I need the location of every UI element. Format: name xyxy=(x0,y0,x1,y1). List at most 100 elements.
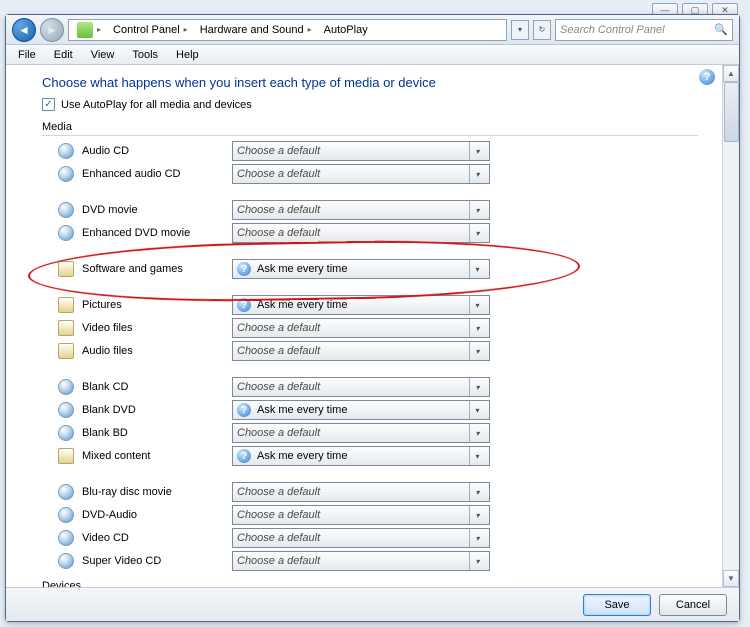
search-placeholder: Search Control Panel xyxy=(560,24,665,36)
chevron-down-icon: ▾ xyxy=(469,447,485,465)
chevron-down-icon: ▾ xyxy=(469,483,485,501)
forward-button[interactable]: ► xyxy=(40,18,64,42)
media-label: Video files xyxy=(82,322,232,334)
media-action-dropdown[interactable]: ?Ask me every time▾ xyxy=(232,400,490,420)
chevron-down-icon: ▾ xyxy=(469,506,485,524)
search-input[interactable]: Search Control Panel 🔍 xyxy=(555,19,733,41)
media-action-dropdown[interactable]: ?Ask me every time▾ xyxy=(232,446,490,466)
dropdown-value: Ask me every time xyxy=(257,450,347,462)
dropdown-value: Choose a default xyxy=(237,227,320,239)
media-label: Audio CD xyxy=(82,145,232,157)
question-icon: ? xyxy=(237,403,251,417)
disc-icon xyxy=(58,143,74,159)
disc-icon xyxy=(58,425,74,441)
cancel-button[interactable]: Cancel xyxy=(659,594,727,616)
media-label: Video CD xyxy=(82,532,232,544)
breadcrumb-label: Control Panel xyxy=(113,24,180,36)
media-label: Audio files xyxy=(82,345,232,357)
media-row: Audio CD Choose a default ▾ xyxy=(42,140,698,162)
dropdown-value: Choose a default xyxy=(237,322,320,334)
media-row: Video CDChoose a default▾ xyxy=(42,527,698,549)
menu-tools[interactable]: Tools xyxy=(124,47,166,63)
media-row: Super Video CDChoose a default▾ xyxy=(42,550,698,572)
media-row: Software and games? Ask me every time ▾ xyxy=(42,258,698,280)
breadcrumb-root[interactable]: ▸ xyxy=(73,20,107,40)
media-label: Enhanced audio CD xyxy=(82,168,232,180)
media-label: Blank DVD xyxy=(82,404,232,416)
menu-edit[interactable]: Edit xyxy=(46,47,81,63)
address-bar[interactable]: ▸ Control Panel ▸ Hardware and Sound ▸ A… xyxy=(68,19,507,41)
dropdown-value: Choose a default xyxy=(237,145,320,157)
media-action-dropdown[interactable]: Choose a default▾ xyxy=(232,164,490,184)
box-icon xyxy=(58,297,74,313)
media-action-dropdown[interactable]: Choose a default ▾ xyxy=(232,223,490,243)
chevron-right-icon: ▸ xyxy=(308,25,312,34)
dropdown-value: Ask me every time xyxy=(257,263,347,275)
media-action-dropdown[interactable]: ?Ask me every time▾ xyxy=(232,295,490,315)
use-autoplay-label: Use AutoPlay for all media and devices xyxy=(61,99,252,111)
chevron-down-icon: ▾ xyxy=(469,201,485,219)
chevron-down-icon: ▾ xyxy=(469,224,485,242)
media-label: Blu-ray disc movie xyxy=(82,486,232,498)
media-row: Pictures?Ask me every time▾ xyxy=(42,294,698,316)
media-label: Blank BD xyxy=(82,427,232,439)
media-action-dropdown[interactable]: Choose a default▾ xyxy=(232,528,490,548)
media-label: Blank CD xyxy=(82,381,232,393)
dropdown-value: Choose a default xyxy=(237,381,320,393)
breadcrumb-label: Hardware and Sound xyxy=(200,24,304,36)
media-action-dropdown[interactable]: ? Ask me every time ▾ xyxy=(232,259,490,279)
media-row: DVD movieChoose a default▾ xyxy=(42,199,698,221)
question-icon: ? xyxy=(237,262,251,276)
menu-file[interactable]: File xyxy=(10,47,44,63)
menu-help[interactable]: Help xyxy=(168,47,207,63)
box-icon xyxy=(58,343,74,359)
footer: Save Cancel xyxy=(6,587,739,621)
box-icon xyxy=(58,448,74,464)
breadcrumb-control-panel[interactable]: Control Panel ▸ xyxy=(109,20,194,40)
media-label: DVD movie xyxy=(82,204,232,216)
scroll-down-button[interactable]: ▼ xyxy=(723,570,739,587)
breadcrumb-autoplay[interactable]: AutoPlay xyxy=(320,20,374,40)
refresh-button[interactable]: ↻ xyxy=(533,20,551,40)
dropdown-value: Choose a default xyxy=(237,532,320,544)
box-icon xyxy=(58,261,74,277)
media-action-dropdown[interactable]: Choose a default▾ xyxy=(232,200,490,220)
disc-icon xyxy=(58,379,74,395)
vertical-scrollbar[interactable]: ▲ ▼ xyxy=(722,65,739,587)
media-row: Blank CDChoose a default▾ xyxy=(42,376,698,398)
disc-icon xyxy=(58,402,74,418)
disc-icon xyxy=(58,225,74,241)
breadcrumb-hardware-sound[interactable]: Hardware and Sound ▸ xyxy=(196,20,318,40)
media-action-dropdown[interactable]: Choose a default▾ xyxy=(232,551,490,571)
help-icon[interactable]: ? xyxy=(699,69,715,85)
back-button[interactable]: ◄ xyxy=(12,18,36,42)
media-action-dropdown[interactable]: Choose a default▾ xyxy=(232,377,490,397)
scroll-thumb[interactable] xyxy=(724,82,739,142)
chevron-down-icon: ▾ xyxy=(469,296,485,314)
chevron-down-icon: ▾ xyxy=(469,260,485,278)
dropdown-value: Choose a default xyxy=(237,486,320,498)
control-panel-window: ◄ ► ▸ Control Panel ▸ Hardware and Sound… xyxy=(5,14,740,622)
use-autoplay-checkbox[interactable]: ✓ xyxy=(42,98,55,111)
media-action-dropdown[interactable]: Choose a default▾ xyxy=(232,505,490,525)
chevron-right-icon: ▸ xyxy=(184,25,188,34)
media-action-dropdown[interactable]: Choose a default▾ xyxy=(232,341,490,361)
chevron-right-icon: ▸ xyxy=(97,25,101,34)
address-history-dropdown[interactable]: ▾ xyxy=(511,20,529,40)
chevron-down-icon: ▾ xyxy=(469,142,485,160)
menu-view[interactable]: View xyxy=(83,47,123,63)
group-media: Media xyxy=(42,121,698,136)
media-label: Software and games xyxy=(82,263,232,275)
media-action-dropdown[interactable]: Choose a default ▾ xyxy=(232,318,490,338)
dropdown-value: Ask me every time xyxy=(257,404,347,416)
media-row: Video files Choose a default ▾ xyxy=(42,317,698,339)
media-row: Blu-ray disc movie Choose a default ▾ xyxy=(42,481,698,503)
save-button[interactable]: Save xyxy=(583,594,651,616)
chevron-down-icon: ▾ xyxy=(469,319,485,337)
group-devices: Devices xyxy=(42,580,698,587)
media-action-dropdown[interactable]: Choose a default▾ xyxy=(232,423,490,443)
disc-icon xyxy=(58,530,74,546)
scroll-up-button[interactable]: ▲ xyxy=(723,65,739,82)
media-action-dropdown[interactable]: Choose a default ▾ xyxy=(232,482,490,502)
media-action-dropdown[interactable]: Choose a default ▾ xyxy=(232,141,490,161)
